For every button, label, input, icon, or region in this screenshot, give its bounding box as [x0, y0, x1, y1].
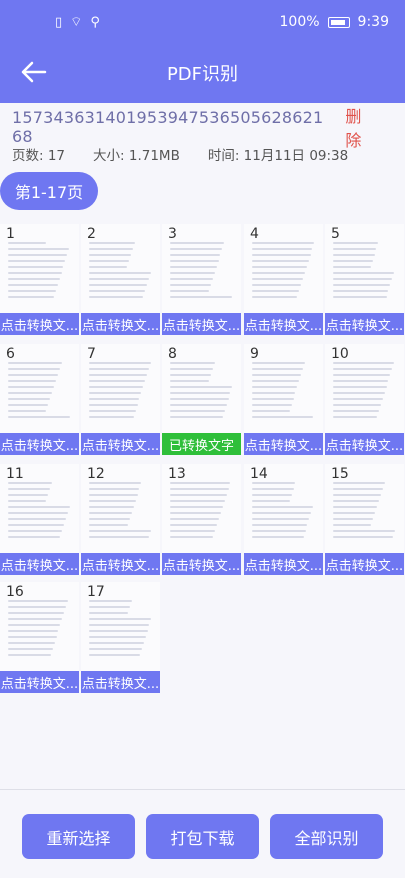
- page-tile[interactable]: 17 点击转换文...: [81, 582, 160, 693]
- page-tile[interactable]: 9 点击转换文...: [244, 344, 323, 455]
- page-tile[interactable]: 1 点击转换文...: [0, 224, 79, 335]
- convert-text-button[interactable]: 点击转换文...: [0, 671, 79, 693]
- thumbnail-text-lines: [89, 362, 152, 428]
- delete-button[interactable]: 删除: [345, 103, 377, 151]
- thumbnail-text-lines: [333, 242, 396, 308]
- page-number: 14: [250, 466, 268, 482]
- page-number: 13: [168, 466, 186, 482]
- page-tile[interactable]: 13 点击转换文...: [162, 464, 241, 575]
- thumbnail-text-lines: [170, 482, 233, 548]
- convert-text-button[interactable]: 点击转换文...: [0, 553, 79, 575]
- page-number: 11: [6, 466, 24, 482]
- page-tile[interactable]: 4 点击转换文...: [244, 224, 323, 335]
- convert-text-button[interactable]: 点击转换文...: [325, 553, 404, 575]
- page-title: PDF识别: [166, 64, 239, 85]
- page-number: 6: [6, 346, 15, 362]
- page-number: 4: [250, 226, 259, 242]
- page-count: 页数: 17: [12, 148, 66, 164]
- thumbnail-text-lines: [252, 482, 315, 548]
- page-tile[interactable]: 10 点击转换文...: [325, 344, 404, 455]
- thumbnail-text-lines: [89, 482, 152, 548]
- thumbnail-text-lines: [333, 482, 396, 548]
- page-tile[interactable]: 11 点击转换文...: [0, 464, 79, 575]
- page-number: 2: [87, 226, 96, 242]
- page-number: 12: [87, 466, 105, 482]
- convert-text-button[interactable]: 点击转换文...: [162, 313, 241, 335]
- convert-text-button[interactable]: 点击转换文...: [244, 313, 323, 335]
- page-number: 17: [87, 584, 105, 600]
- convert-text-button[interactable]: 点击转换文...: [325, 433, 404, 455]
- page-range-pill[interactable]: 第1-17页: [0, 172, 98, 210]
- page-tile[interactable]: 8 已转换文字: [162, 344, 241, 455]
- convert-text-button[interactable]: 点击转换文...: [0, 433, 79, 455]
- page-number: 15: [331, 466, 349, 482]
- document-info: 157343631401953947536505628621 68 删除 页数:…: [12, 107, 393, 164]
- thumbnail-text-lines: [252, 362, 315, 428]
- page-tile[interactable]: 7 点击转换文...: [81, 344, 160, 455]
- recognize-all-button[interactable]: 全部识别: [270, 814, 383, 859]
- battery-icon: [327, 16, 350, 28]
- status-bar: ▯ ⌔ ⚲ 100% 9:39: [0, 0, 405, 48]
- page-number: 9: [250, 346, 259, 362]
- document-time: 时间: 11月11日 09:38: [207, 148, 349, 164]
- convert-text-button[interactable]: 点击转换文...: [81, 313, 160, 335]
- convert-text-button[interactable]: 点击转换文...: [162, 553, 241, 575]
- page-tile[interactable]: 15 点击转换文...: [325, 464, 404, 575]
- download-button[interactable]: 打包下载: [146, 814, 259, 859]
- thumbnail-text-lines: [170, 362, 233, 428]
- file-size: 大小: 1.71MB: [93, 148, 180, 164]
- page-number: 16: [6, 584, 24, 600]
- convert-text-button[interactable]: 点击转换文...: [81, 553, 160, 575]
- sim-icon: ▯: [55, 14, 63, 30]
- thumbnail-text-lines: [8, 242, 71, 308]
- document-id: 157343631401953947536505628621 68: [12, 108, 324, 146]
- thumbnail-text-lines: [170, 242, 233, 308]
- clock: 9:39: [357, 14, 389, 30]
- convert-text-button[interactable]: 点击转换文...: [81, 671, 160, 693]
- page-tile[interactable]: 12 点击转换文...: [81, 464, 160, 575]
- converted-badge[interactable]: 已转换文字: [162, 433, 241, 455]
- thumbnail-text-lines: [89, 600, 152, 666]
- header: ▯ ⌔ ⚲ 100% 9:39 PDF识别: [0, 0, 405, 103]
- page-number: 5: [331, 226, 340, 242]
- page-number: 1: [6, 226, 15, 242]
- convert-text-button[interactable]: 点击转换文...: [244, 553, 323, 575]
- page-tile[interactable]: 3 点击转换文...: [162, 224, 241, 335]
- convert-text-button[interactable]: 点击转换文...: [0, 313, 79, 335]
- page-number: 8: [168, 346, 177, 362]
- title-bar: PDF识别: [0, 50, 405, 95]
- page-tile[interactable]: 16 点击转换文...: [0, 582, 79, 693]
- usb-icon: ⚲: [90, 14, 100, 30]
- thumbnail-text-lines: [89, 242, 152, 308]
- page-tile[interactable]: 2 点击转换文...: [81, 224, 160, 335]
- divider: [0, 789, 405, 790]
- thumbnail-text-lines: [252, 242, 315, 308]
- reselect-button[interactable]: 重新选择: [22, 814, 135, 859]
- page-number: 10: [331, 346, 349, 362]
- page-number: 3: [168, 226, 177, 242]
- thumbnail-text-lines: [8, 362, 71, 428]
- page-tile[interactable]: 14 点击转换文...: [244, 464, 323, 575]
- thumbnail-text-lines: [333, 362, 396, 428]
- convert-text-button[interactable]: 点击转换文...: [325, 313, 404, 335]
- thumbnail-text-lines: [8, 482, 71, 548]
- battery-percent: 100%: [279, 14, 320, 30]
- page-tile[interactable]: 6 点击转换文...: [0, 344, 79, 455]
- wifi-icon: ⌔: [70, 15, 83, 30]
- page-tile[interactable]: 5 点击转换文...: [325, 224, 404, 335]
- convert-text-button[interactable]: 点击转换文...: [81, 433, 160, 455]
- convert-text-button[interactable]: 点击转换文...: [244, 433, 323, 455]
- page-number: 7: [87, 346, 96, 362]
- thumbnail-text-lines: [8, 600, 71, 666]
